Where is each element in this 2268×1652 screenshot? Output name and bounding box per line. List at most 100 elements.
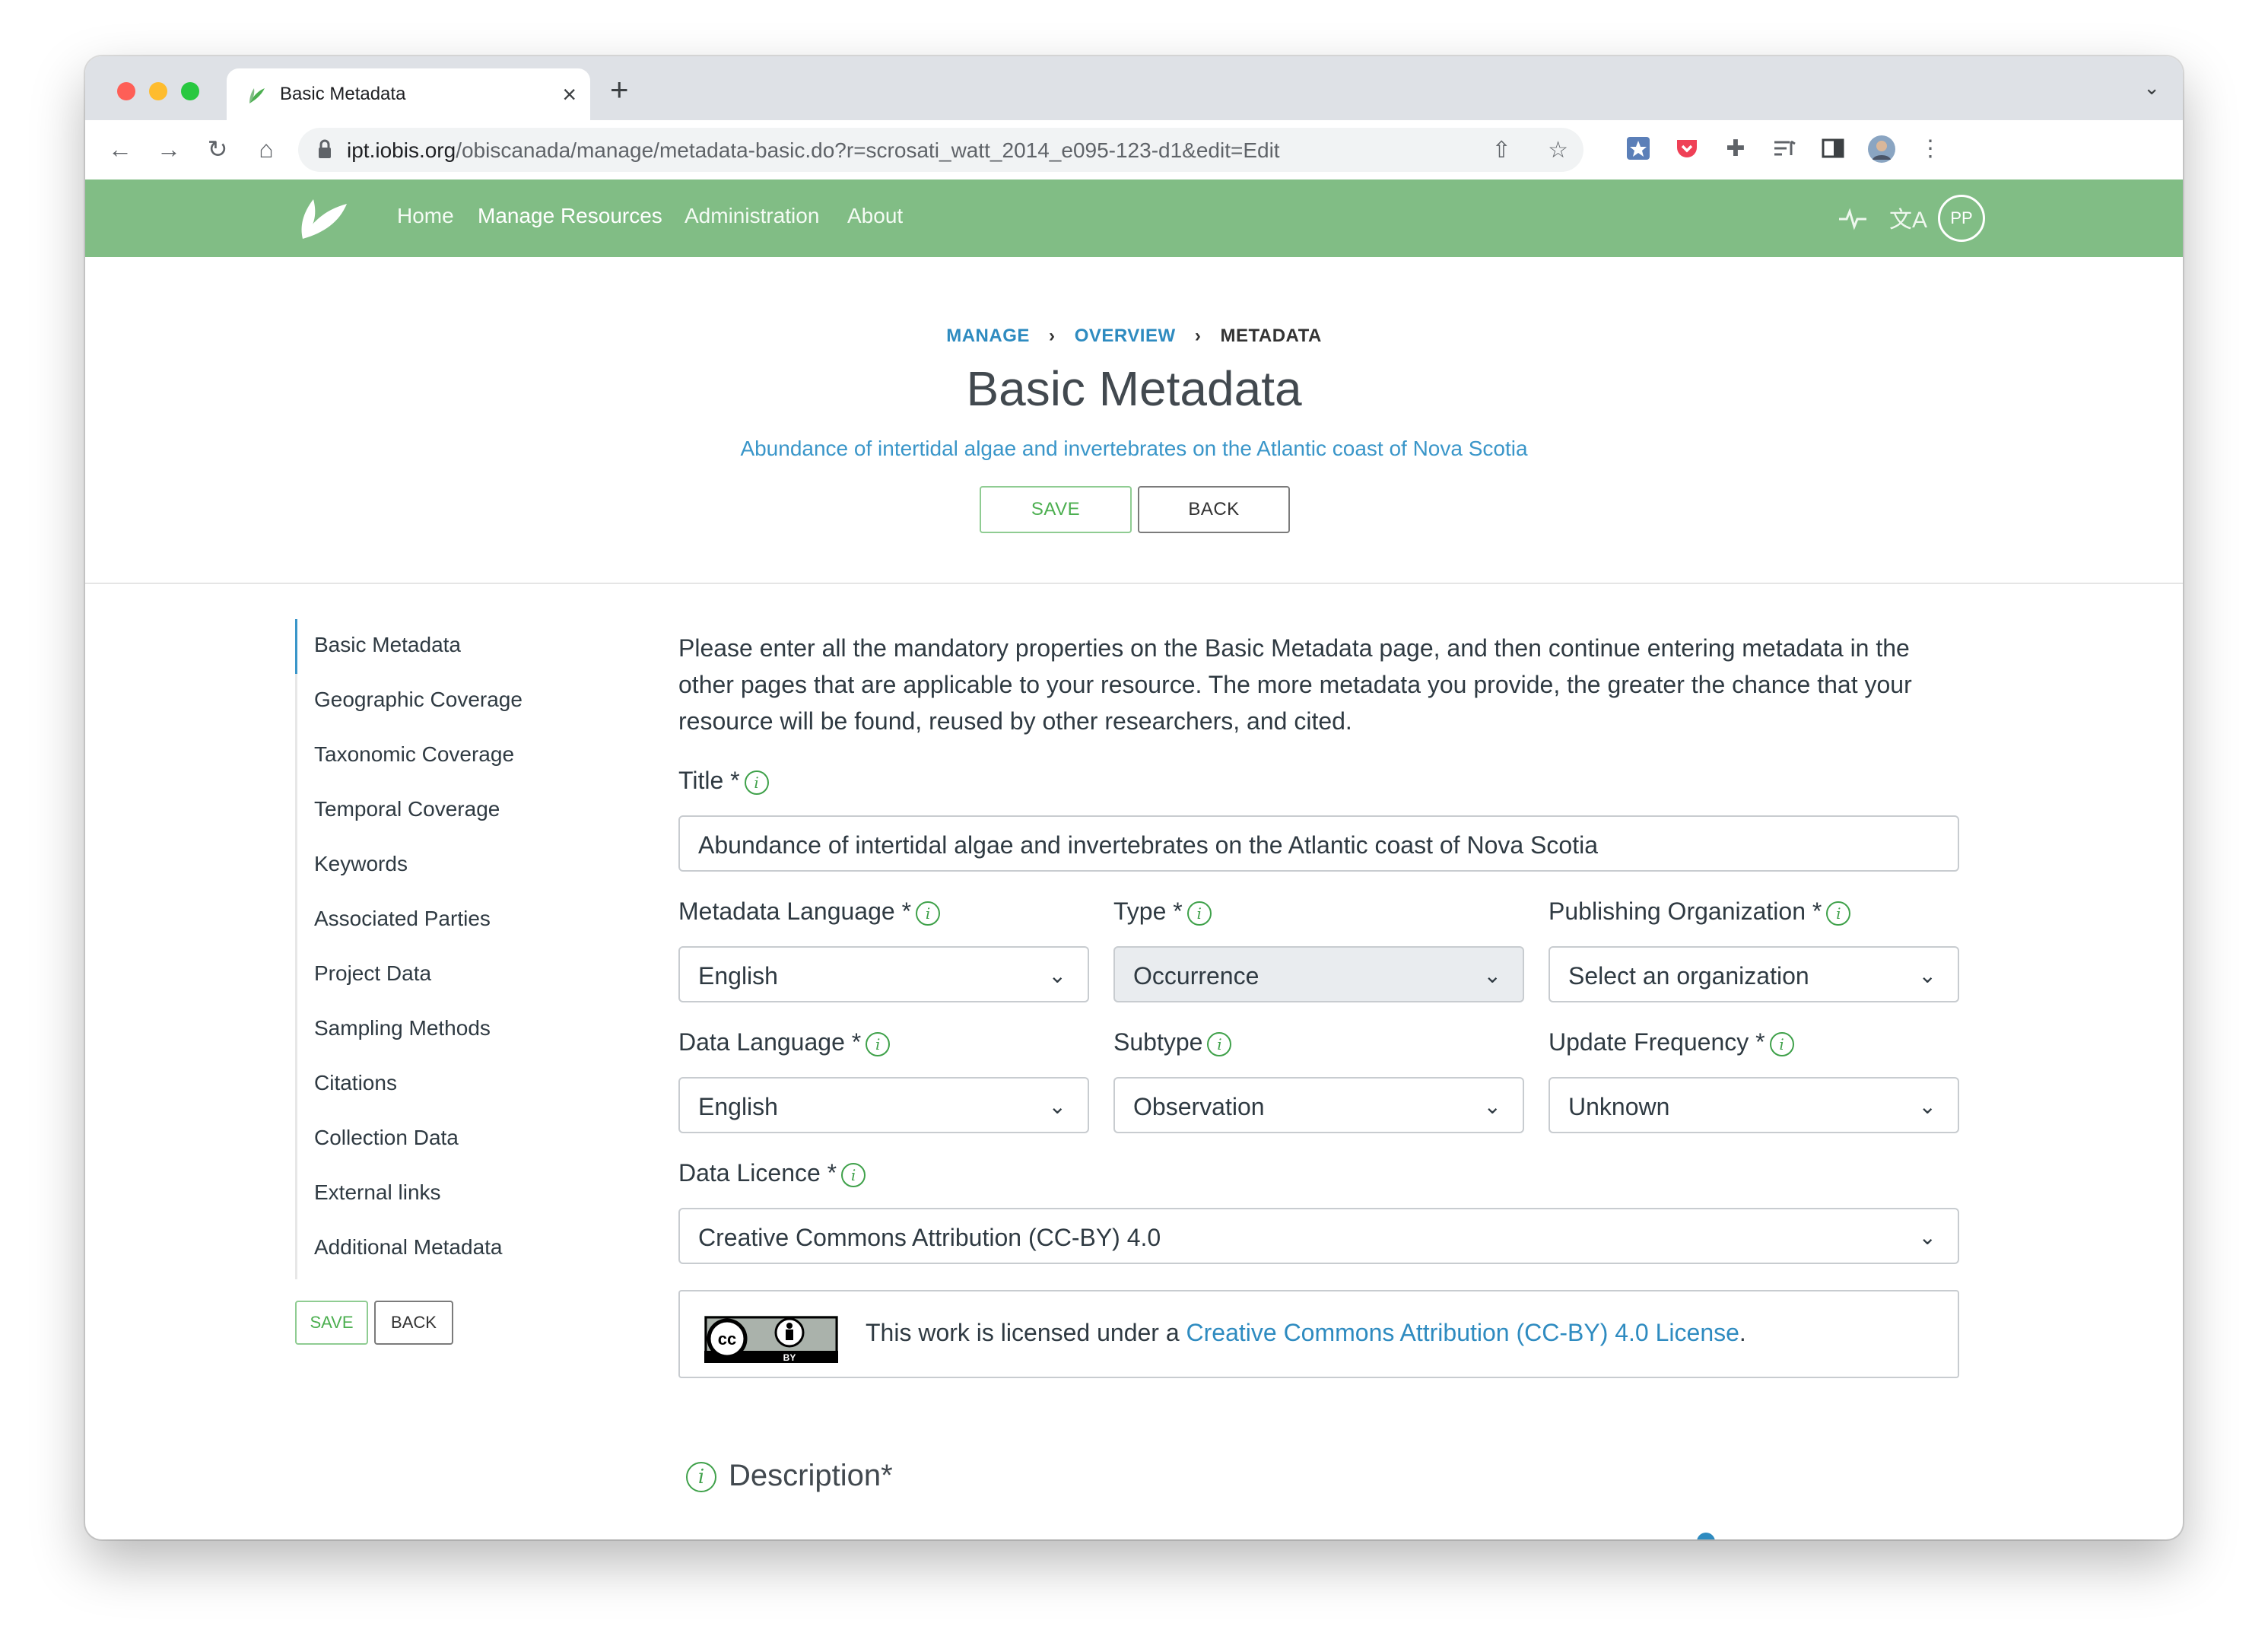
breadcrumb-metadata: METADATA <box>1220 326 1322 346</box>
save-button[interactable]: SAVE <box>980 486 1132 533</box>
forward-icon[interactable]: → <box>154 134 184 164</box>
reload-icon[interactable]: ↻ <box>202 134 233 164</box>
metadata-language-select[interactable]: English ⌄ <box>678 946 1089 1002</box>
licence-link[interactable]: Creative Commons Attribution (CC-BY) 4.0… <box>1186 1319 1739 1346</box>
home-icon[interactable]: ⌂ <box>251 134 281 164</box>
data-language-select[interactable]: English ⌄ <box>678 1077 1089 1133</box>
cut-off-link[interactable] <box>1696 1532 1716 1539</box>
sidenav-taxonomic-coverage[interactable]: Taxonomic Coverage <box>314 742 514 767</box>
data-language-label-text: Data Language * <box>678 1028 862 1056</box>
info-icon[interactable]: i <box>866 1031 891 1056</box>
chevron-down-icon: ⌄ <box>1918 1225 1936 1249</box>
reading-list-icon[interactable] <box>1771 135 1798 163</box>
licence-text: This work is licensed under a Creative C… <box>866 1319 1746 1347</box>
chevron-down-icon: ⌄ <box>1483 1094 1501 1118</box>
extensions-puzzle-icon[interactable]: ✚ <box>1722 135 1749 163</box>
language-icon[interactable]: 文A <box>1889 201 1927 234</box>
cc-badge-cc-text: cc <box>718 1330 736 1349</box>
update-frequency-label: Update Frequency * i <box>1549 1028 1794 1056</box>
nav-about[interactable]: About <box>847 204 903 228</box>
minimize-window-button[interactable] <box>149 82 167 100</box>
publishing-org-label-text: Publishing Organization * <box>1549 897 1822 925</box>
browser-menu-icon[interactable]: ⋮ <box>1917 135 1944 163</box>
side-panel-icon[interactable] <box>1819 135 1847 163</box>
info-icon[interactable]: i <box>744 770 769 795</box>
address-bar[interactable]: ipt.iobis.org/obiscanada/manage/metadata… <box>298 128 1583 172</box>
omnibox-actions: ⇧ ☆ <box>1492 137 1568 164</box>
sidenav-associated-parties[interactable]: Associated Parties <box>314 907 491 931</box>
title-input[interactable]: Abundance of intertidal algae and invert… <box>678 815 1959 872</box>
resource-subtitle[interactable]: Abundance of intertidal algae and invert… <box>85 437 2183 461</box>
sidenav-keywords[interactable]: Keywords <box>314 852 408 876</box>
sidenav-project-data[interactable]: Project Data <box>314 961 431 986</box>
metadata-language-label-text: Metadata Language * <box>678 897 912 925</box>
title-label: Title * i <box>678 767 769 795</box>
sidenav-collection-data[interactable]: Collection Data <box>314 1126 459 1150</box>
new-tab-icon[interactable]: + <box>610 73 629 106</box>
breadcrumb-separator-icon: › <box>1049 326 1056 346</box>
update-frequency-select[interactable]: Unknown ⌄ <box>1549 1077 1959 1133</box>
sidenav-temporal-coverage[interactable]: Temporal Coverage <box>314 797 500 821</box>
chevron-down-icon: ⌄ <box>1483 964 1501 987</box>
back-button[interactable]: BACK <box>1138 486 1290 533</box>
tab-close-icon[interactable]: × <box>562 79 577 110</box>
info-icon[interactable]: i <box>686 1462 716 1493</box>
sidenav-external-links[interactable]: External links <box>314 1180 441 1205</box>
url-text: ipt.iobis.org/obiscanada/manage/metadata… <box>347 138 1280 163</box>
info-icon[interactable]: i <box>1769 1031 1794 1056</box>
sidenav-basic-metadata[interactable]: Basic Metadata <box>314 633 461 657</box>
metadata-sidenav: Basic Metadata Geographic Coverage Taxon… <box>295 619 586 1279</box>
type-select[interactable]: Occurrence ⌄ <box>1113 946 1524 1002</box>
metadata-language-label: Metadata Language * i <box>678 897 941 926</box>
back-icon[interactable]: ← <box>105 134 135 164</box>
subtype-label: Subtype i <box>1113 1028 1232 1056</box>
data-licence-select[interactable]: Creative Commons Attribution (CC-BY) 4.0… <box>678 1208 1959 1264</box>
breadcrumb-overview[interactable]: OVERVIEW <box>1075 326 1176 346</box>
nav-manage-resources[interactable]: Manage Resources <box>478 204 662 228</box>
licence-text-prefix: This work is licensed under a <box>866 1319 1186 1346</box>
app-header: Home Manage Resources Administration Abo… <box>85 179 2183 257</box>
browser-toolbar: ← → ↻ ⌂ ipt.iobis.org/obiscanada/manage/… <box>85 120 2183 180</box>
lock-icon <box>319 139 331 158</box>
sidenav-additional-metadata[interactable]: Additional Metadata <box>314 1235 503 1260</box>
description-heading-text: Description* <box>729 1459 893 1492</box>
activity-pulse-icon[interactable] <box>1838 205 1868 231</box>
info-icon[interactable]: i <box>1826 901 1851 926</box>
sidenav-save-button[interactable]: SAVE <box>295 1301 368 1345</box>
subtype-select[interactable]: Observation ⌄ <box>1113 1077 1524 1133</box>
extension-star-icon[interactable] <box>1625 135 1652 163</box>
description-heading: i Description* <box>686 1459 893 1493</box>
bookmark-star-icon[interactable]: ☆ <box>1548 138 1568 163</box>
nav-administration[interactable]: Administration <box>685 204 819 228</box>
update-frequency-label-text: Update Frequency * <box>1549 1028 1765 1056</box>
close-window-button[interactable] <box>117 82 135 100</box>
nav-home[interactable]: Home <box>397 204 454 228</box>
cc-by-badge-icon[interactable]: cc BY <box>704 1316 838 1363</box>
ipt-logo-icon[interactable] <box>297 193 351 245</box>
partial-link-icon <box>1697 1533 1715 1539</box>
sidenav-sampling-methods[interactable]: Sampling Methods <box>314 1016 491 1040</box>
share-icon[interactable]: ⇧ <box>1492 138 1511 163</box>
sidenav-citations[interactable]: Citations <box>314 1071 397 1095</box>
info-icon[interactable]: i <box>1186 901 1212 926</box>
chevron-down-icon: ⌄ <box>1048 964 1066 987</box>
publishing-org-value: Select an organization <box>1568 962 1809 990</box>
tab-search-icon[interactable]: ⌄ <box>2143 76 2160 100</box>
info-icon[interactable]: i <box>916 901 941 926</box>
breadcrumb-separator-icon: › <box>1194 326 1202 346</box>
breadcrumb-manage[interactable]: MANAGE <box>946 326 1030 346</box>
publishing-org-select[interactable]: Select an organization ⌄ <box>1549 946 1959 1002</box>
sidenav-back-button[interactable]: BACK <box>374 1301 453 1345</box>
maximize-window-button[interactable] <box>181 82 199 100</box>
sidenav-geographic-coverage[interactable]: Geographic Coverage <box>314 688 523 712</box>
profile-avatar-icon[interactable] <box>1868 135 1895 163</box>
info-icon[interactable]: i <box>841 1162 866 1187</box>
chevron-down-icon: ⌄ <box>1048 1094 1066 1118</box>
data-licence-label: Data Licence * i <box>678 1159 866 1187</box>
browser-tab[interactable]: Basic Metadata × <box>227 68 590 120</box>
type-label-text: Type * <box>1113 897 1183 925</box>
info-icon[interactable]: i <box>1207 1031 1232 1056</box>
update-frequency-value: Unknown <box>1568 1093 1670 1120</box>
user-avatar[interactable]: PP <box>1938 195 1985 242</box>
pocket-icon[interactable] <box>1673 135 1701 163</box>
